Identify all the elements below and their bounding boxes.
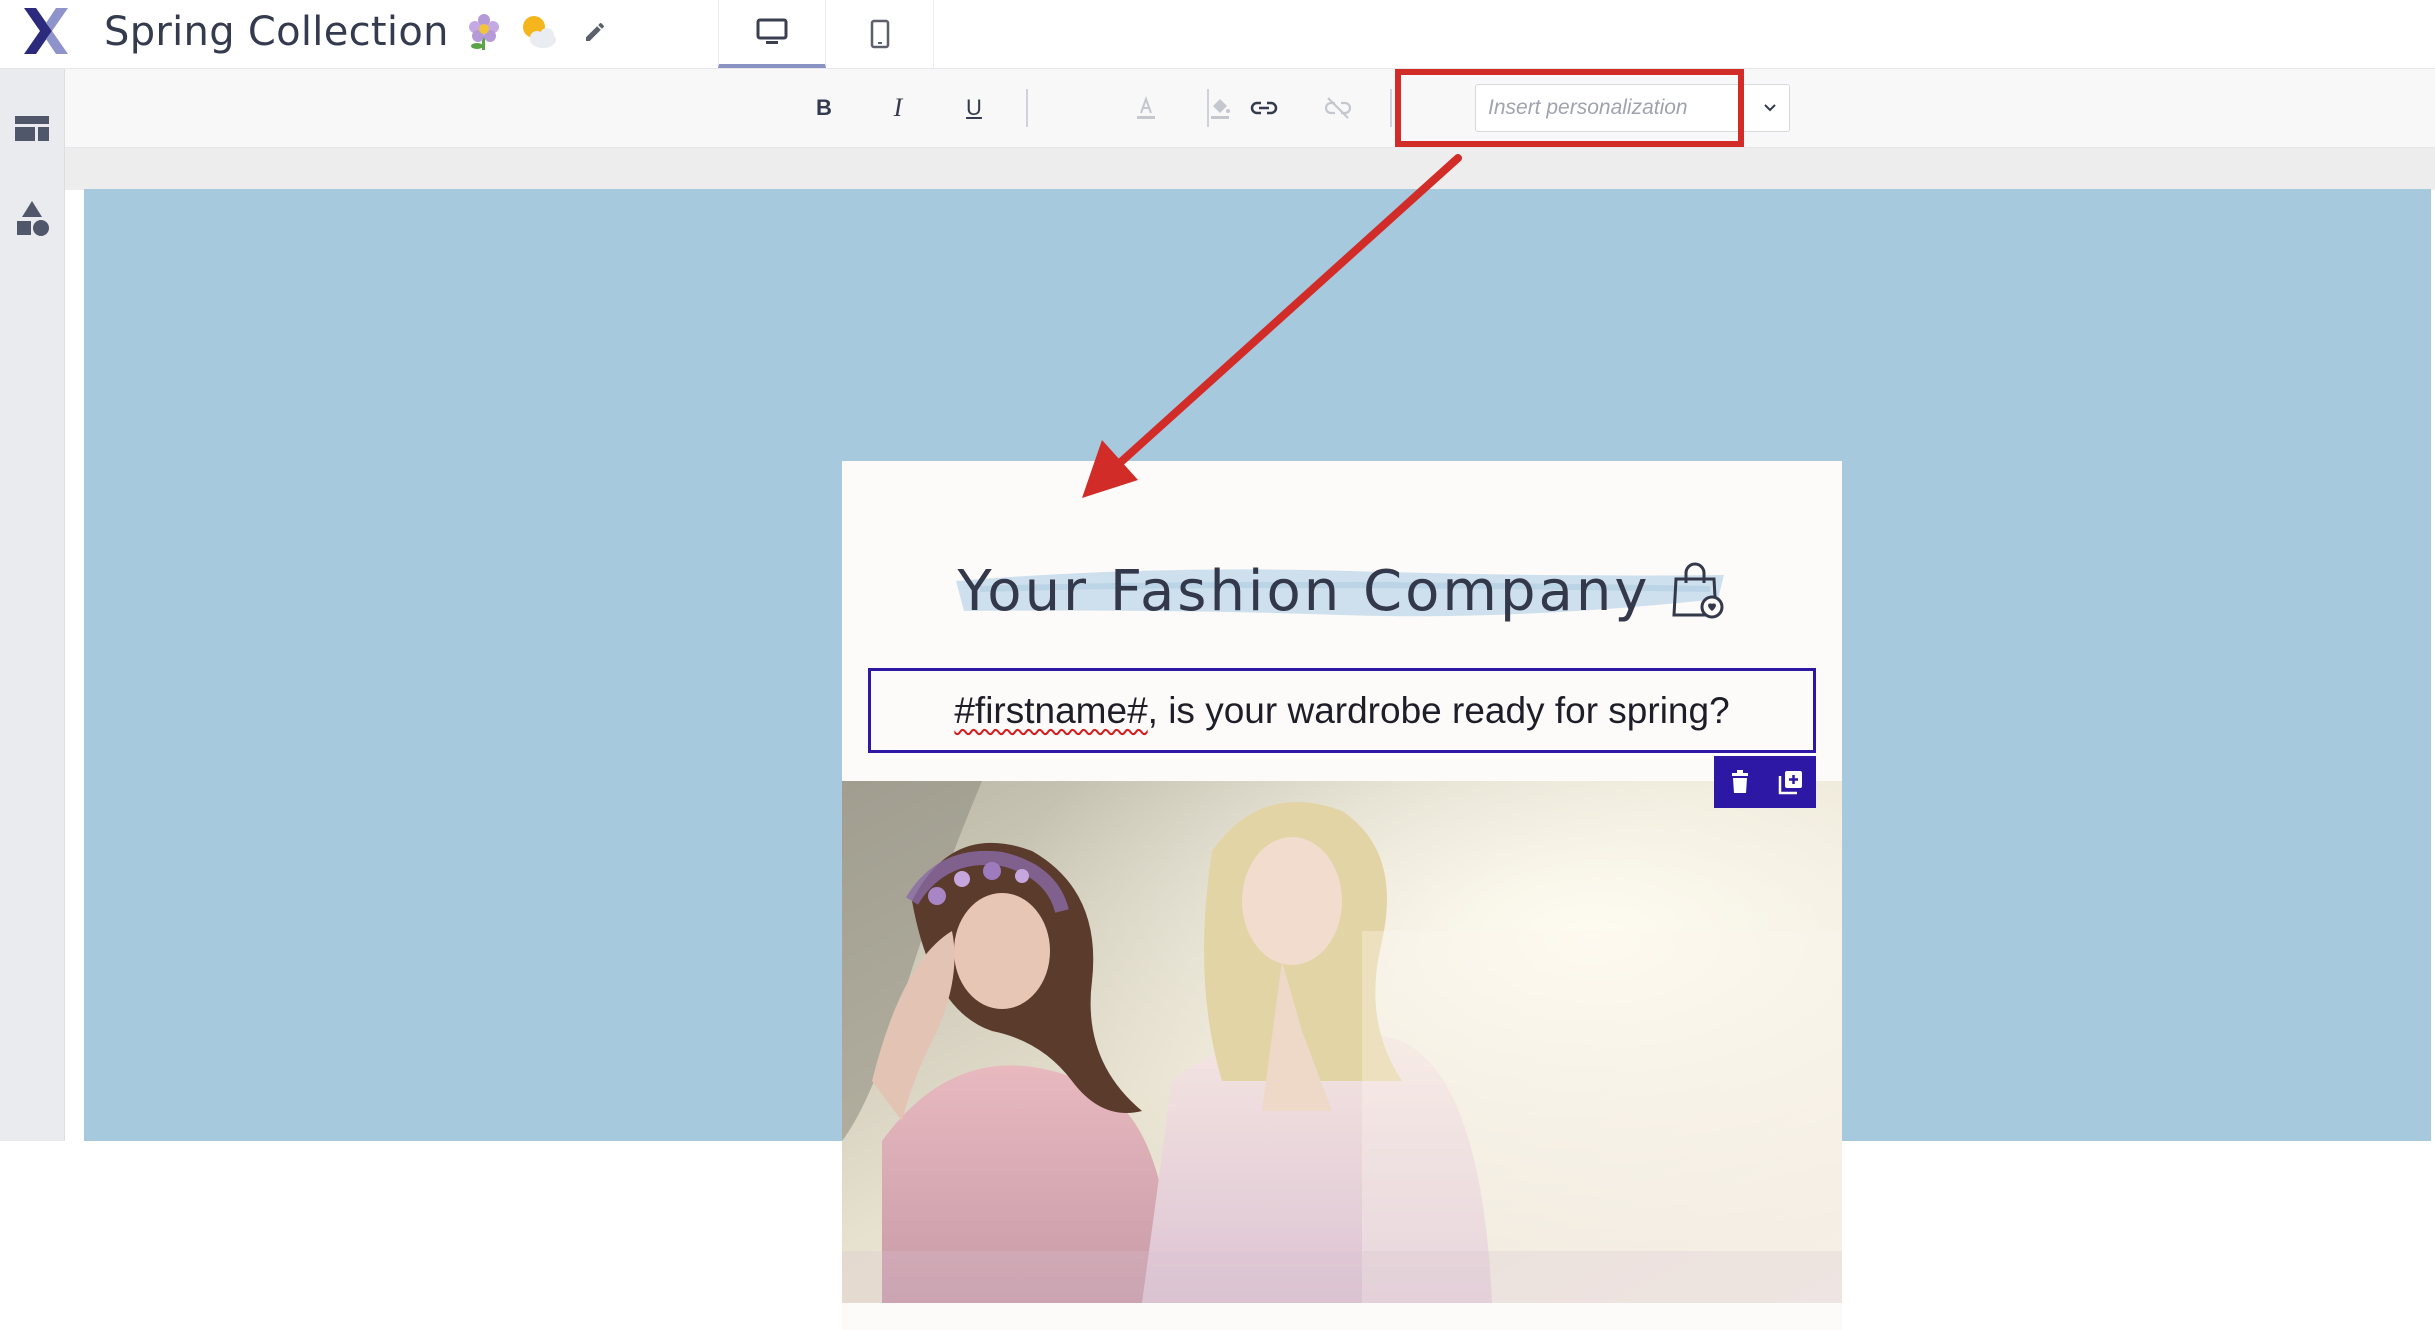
unlink-icon (1324, 97, 1352, 119)
hero-image[interactable] (842, 781, 1842, 1303)
firstname-token: #firstname# (954, 689, 1148, 731)
brand-header: Your Fashion Company (842, 541, 1842, 641)
formatting-toolbar: B I U Insert personalization (65, 69, 2435, 148)
greeting-text: , is your wardrobe ready for spring? (1147, 689, 1730, 731)
pencil-icon[interactable] (583, 20, 607, 44)
underline-button[interactable]: U (952, 86, 996, 130)
paint-bucket-icon (1211, 99, 1230, 119)
desktop-view-tab[interactable] (718, 0, 826, 68)
personalization-placeholder: Insert personalization (1488, 96, 1688, 119)
greeting-text-block[interactable]: #firstname#, is your wardrobe ready for … (868, 668, 1816, 753)
brand-title: Your Fashion Company (957, 558, 1651, 624)
link-icon (1250, 101, 1278, 115)
delete-block-button[interactable] (1720, 762, 1760, 802)
text-color-icon (1137, 96, 1155, 119)
text-color-button[interactable] (1124, 86, 1168, 130)
mobile-view-tab[interactable] (826, 0, 934, 68)
top-bar: Spring Collection (0, 0, 2435, 69)
mobile-icon (870, 19, 889, 49)
spring-models-photo (842, 781, 1842, 1303)
sun-behind-cloud-emoji-icon (522, 16, 556, 48)
sidebar-item-layout[interactable] (0, 99, 64, 159)
personalization-dropdown[interactable]: Insert personalization (1475, 84, 1790, 132)
email-body: Your Fashion Company #firstname#, is you… (842, 461, 1842, 1330)
duplicate-icon (1778, 771, 1802, 795)
trash-icon (1731, 770, 1748, 793)
page-title: Spring Collection (104, 9, 449, 55)
link-button[interactable] (1242, 86, 1286, 130)
view-switcher (718, 0, 934, 68)
left-sidebar (0, 69, 65, 1141)
document-title: Spring Collection (104, 4, 607, 60)
editor-canvas: Your Fashion Company #firstname#, is you… (84, 189, 2431, 1330)
duplicate-block-button[interactable] (1771, 762, 1811, 802)
chevron-down-icon (1764, 104, 1776, 112)
fill-color-button[interactable] (1198, 86, 1242, 130)
app-logo-icon[interactable] (22, 6, 70, 56)
toolbar-divider (1026, 89, 1028, 127)
canvas-top-strip (65, 148, 2435, 190)
italic-button[interactable]: I (876, 86, 920, 130)
shopping-bag-heart-icon (1672, 562, 1724, 619)
desktop-icon (756, 18, 788, 44)
sidebar-item-elements[interactable] (0, 189, 64, 249)
layout-rows-icon (15, 116, 49, 141)
flower-emoji-icon (468, 14, 499, 50)
bold-button[interactable]: B (802, 86, 846, 130)
toolbar-divider (1207, 89, 1209, 127)
toolbar-divider (1390, 89, 1392, 127)
brand-title-row: Your Fashion Company (842, 541, 1842, 641)
unlink-button[interactable] (1316, 86, 1360, 130)
block-actions-bar (1714, 756, 1816, 808)
shapes-icon (17, 201, 49, 236)
